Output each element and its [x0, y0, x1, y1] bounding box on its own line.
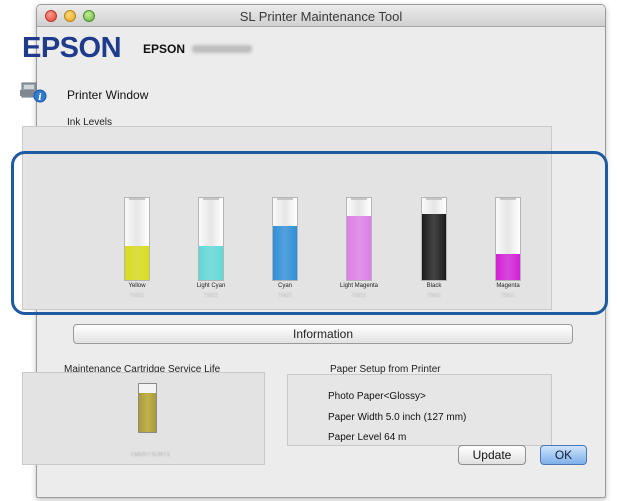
ink-tank-cyan	[272, 197, 298, 281]
ink-name-label: Magenta	[496, 283, 520, 289]
ink-code-blurred: T5821	[426, 293, 442, 299]
svg-text:i: i	[38, 93, 42, 103]
ink-code-blurred: T5821	[203, 293, 219, 299]
ink-tank-black	[421, 197, 447, 281]
ink-level-fill	[125, 245, 149, 280]
update-button[interactable]: Update	[458, 445, 526, 465]
printer-window-label: Printer Window	[67, 88, 149, 102]
maintenance-cartridge-fill	[139, 392, 156, 432]
ink-level-fill	[199, 245, 223, 280]
epson-logo: EPSON	[22, 32, 122, 64]
ink-code-blurred: T5821	[277, 293, 293, 299]
ink-tank-light-magenta	[346, 197, 372, 281]
ink-tank-yellow	[124, 197, 150, 281]
ink-code-blurred: T5821	[500, 293, 516, 299]
ink-level-fill	[347, 216, 371, 280]
window-title: SL Printer Maintenance Tool	[239, 9, 403, 24]
ink-level-fill	[273, 225, 297, 280]
ink-tank-cap	[426, 198, 442, 200]
paper-type: Photo Paper<Glossy>	[328, 391, 426, 402]
information-button[interactable]: Information	[73, 324, 573, 344]
ok-button[interactable]: OK	[540, 445, 587, 465]
paper-setup-panel	[287, 374, 552, 446]
ink-name-label: Yellow	[128, 283, 146, 289]
ink-tank-cap	[277, 198, 293, 200]
ink-name-label: Cyan	[277, 283, 292, 289]
printer-model-blurred	[192, 45, 252, 53]
title-bar[interactable]: SL Printer Maintenance Tool	[37, 5, 605, 27]
ink-tank-magenta	[495, 197, 521, 281]
printer-model-brand: EPSON	[143, 42, 186, 56]
ink-level-fill	[422, 214, 446, 280]
maintenance-cartridge-code-blurred: T5820 / ICMT1	[129, 452, 170, 458]
ink-code-blurred: T5821	[351, 293, 367, 299]
ink-name-label: Light Cyan	[196, 283, 226, 289]
paper-level: Paper Level 64 m	[328, 432, 407, 443]
ink-name-label: Black	[426, 283, 442, 289]
ink-level-fill	[496, 253, 520, 280]
paper-width: Paper Width 5.0 inch (127 mm)	[328, 412, 467, 423]
ink-name-label: Light Magenta	[339, 283, 379, 289]
ink-tank-cap	[203, 198, 219, 200]
ink-tank-cap	[129, 198, 145, 200]
ink-tank-cap	[351, 198, 367, 200]
ink-tank-cap	[500, 198, 516, 200]
maintenance-cartridge-gauge	[138, 383, 157, 433]
ink-tank-light-cyan	[198, 197, 224, 281]
printer-info-icon: i	[20, 82, 47, 103]
ink-code-blurred: T5821	[129, 293, 145, 299]
